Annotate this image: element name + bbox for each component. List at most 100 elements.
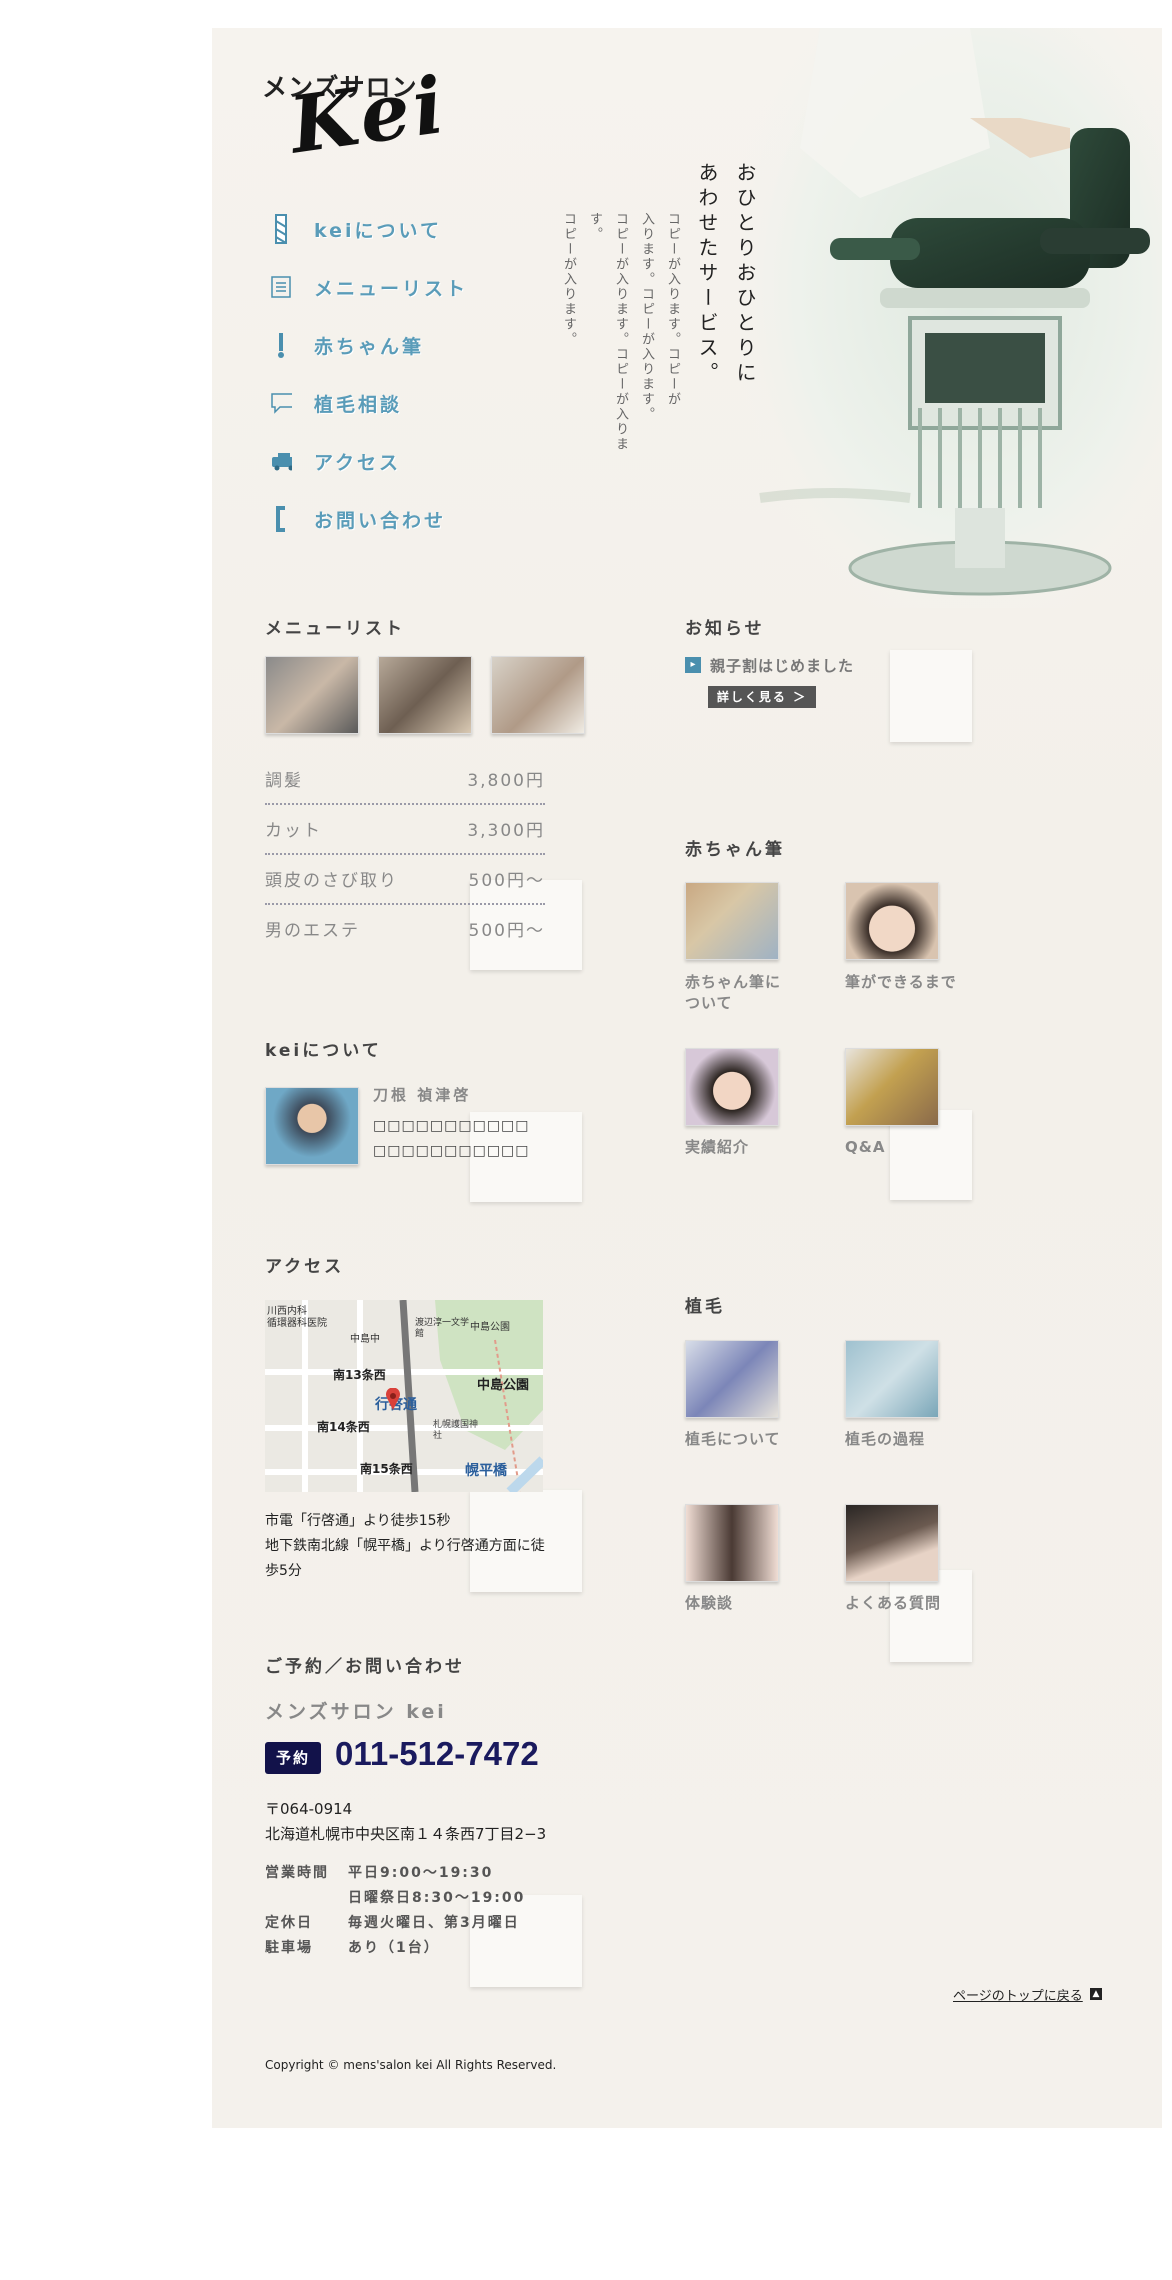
access-info: 市電「行啓通」より徒歩15秒 地下鉄南北線「幌平橋」より行啓通方面に徒歩5分 [265,1509,550,1584]
hours-holiday: 日曜祭日8:30〜19:00 [348,1890,526,1906]
map-label: 渡辺淳一文学館 [415,1318,470,1339]
reservation-badge: 予約 [265,1742,321,1774]
baby-title: 赤ちゃん筆 [685,840,785,860]
baby-link-about[interactable]: 赤ちゃん筆について [685,972,795,1014]
contact-title: ご予約／お問い合わせ [265,1657,465,1677]
hours-weekday: 平日9:00〜19:30 [348,1865,494,1881]
news-card-corner [890,650,972,742]
copy-line: コピーが入ります。 [561,212,576,347]
page-top-link[interactable]: ページのトップに戻る [953,1985,1083,2004]
about-text: □□□□□□□□□□□ [373,1118,530,1134]
list-icon [270,272,292,302]
holiday-value: 毎週火曜日、第3月曜日 [348,1915,520,1931]
hair-card-corner [890,1570,972,1662]
map-label: 南15条西 [360,1462,413,1476]
menu-row: カット 3,300円 [265,803,545,855]
arrow-right-icon: ▸ [685,657,701,673]
menu-photo-1[interactable] [265,656,359,734]
hero-copy: コピーが入ります。コピーが 入ります。コピーが入ります。 コピーが入ります。コピ… [555,212,685,472]
news-more-button[interactable]: 詳しく見る ＞ [708,686,816,708]
tagline-line: あわせたサービス。 [695,162,719,387]
arrow-up-icon[interactable]: ▲ [1090,1988,1102,2000]
menu-item-price: 3,300円 [467,820,545,841]
nav-item-baby-brush[interactable]: 赤ちゃん筆 [270,316,530,374]
menu-item-price: 500円〜 [468,870,545,891]
car-icon [270,446,292,476]
news-item-link[interactable]: 親子割はじめました [710,655,854,676]
main-nav: keiについて メニューリスト 赤ちゃん筆 植毛相談 アクセス お問い合わせ [270,200,530,548]
nav-label: 赤ちゃん筆 [314,335,425,358]
access-map[interactable]: 川西内科 循環器科医院 中島中 渡辺淳一文学館 中島公園 南13条西 中島公園 … [265,1300,543,1492]
access-title: アクセス [265,1257,345,1277]
nav-label: keiについて [314,219,442,242]
copy-line: コピーが入ります。コピーが入ります。 [587,212,628,452]
hours-label: 営業時間 [265,1865,329,1881]
nav-item-hair-consult[interactable]: 植毛相談 [270,374,530,432]
salon-name: メンズサロン kei [265,1701,447,1723]
nav-item-access[interactable]: アクセス [270,432,530,490]
baby-link-results[interactable]: 実績紹介 [685,1137,749,1158]
menu-item-price: 3,800円 [467,770,545,791]
menu-title: メニューリスト [265,619,405,639]
barber-chair-illustration [740,28,1162,608]
baby-link-making[interactable]: 筆ができるまで [845,972,957,993]
contact-card-corner [470,1895,582,1987]
parking-label: 駐車場 [265,1940,313,1956]
speech-bubble-icon [270,388,292,418]
about-title: keiについて [265,1041,382,1061]
nav-item-contact[interactable]: お問い合わせ [270,490,530,548]
brush-icon [270,330,292,360]
hair-photo-2[interactable] [845,1340,939,1418]
menu-item-name: 調髪 [265,770,303,791]
access-line: 地下鉄南北線「幌平橋」より行啓通方面に徒歩5分 [265,1538,545,1579]
about-text: □□□□□□□□□□□ [373,1143,530,1159]
address: 北海道札幌市中央区南１４条西7丁目2−3 [265,1825,547,1843]
nav-label: お問い合わせ [314,509,447,532]
map-label: 札幌護国神社 [433,1420,479,1441]
menu-item-price: 500円〜 [468,920,545,941]
hair-link-about[interactable]: 植毛について [685,1429,781,1450]
menu-item-name: カット [265,820,322,841]
nav-label: アクセス [314,451,402,474]
postal-code: 〒064-0914 [265,1800,353,1818]
bracket-icon [270,504,292,534]
hair-photo-3[interactable] [685,1504,779,1582]
nav-item-about[interactable]: keiについて [270,200,530,258]
news-title: お知らせ [685,619,765,639]
menu-item-name: 男のエステ [265,920,360,941]
hair-link-experience[interactable]: 体験談 [685,1593,733,1614]
copyright: Copyright © mens'salon kei All Rights Re… [265,2058,557,2072]
holiday-label: 定休日 [265,1915,313,1931]
hair-link-process[interactable]: 植毛の過程 [845,1429,925,1450]
phone-number[interactable]: 011-512-7472 [335,1735,539,1773]
hair-photo-1[interactable] [685,1340,779,1418]
map-pin-icon [385,1387,401,1410]
menu-row: 男のエステ 500円〜 [265,903,545,953]
map-label: 中島公園 [470,1322,510,1333]
menu-photo-3[interactable] [491,656,585,734]
about-portrait [265,1087,359,1165]
baby-photo-1[interactable] [685,882,779,960]
menu-row: 頭皮のさび取り 500円〜 [265,853,545,905]
baby-photo-4[interactable] [845,1048,939,1126]
barber-pole-icon [270,214,292,244]
nav-item-menu[interactable]: メニューリスト [270,258,530,316]
map-label: 南14条西 [317,1420,370,1434]
nav-label: メニューリスト [314,277,469,300]
map-label: 中島公園 [477,1378,530,1393]
baby-photo-2[interactable] [845,882,939,960]
hair-title: 植毛 [685,1297,725,1317]
hair-link-faq[interactable]: よくある質問 [845,1593,941,1614]
parking-value: あり（1台） [348,1940,440,1956]
nav-label: 植毛相談 [314,393,403,416]
baby-link-faq[interactable]: Q&A [845,1137,885,1158]
hero-tagline: おひとりおひとりに あわせたサービス。 [688,162,764,392]
access-line: 市電「行啓通」より徒歩15秒 [265,1513,451,1529]
menu-photo-2[interactable] [378,656,472,734]
menu-item-name: 頭皮のさび取り [265,870,398,891]
hair-photo-4[interactable] [845,1504,939,1582]
baby-photo-3[interactable] [685,1048,779,1126]
map-label: 幌平橋 [465,1463,507,1479]
menu-row: 調髪 3,800円 [265,753,545,805]
tagline-line: おひとりおひとりに [733,162,757,387]
